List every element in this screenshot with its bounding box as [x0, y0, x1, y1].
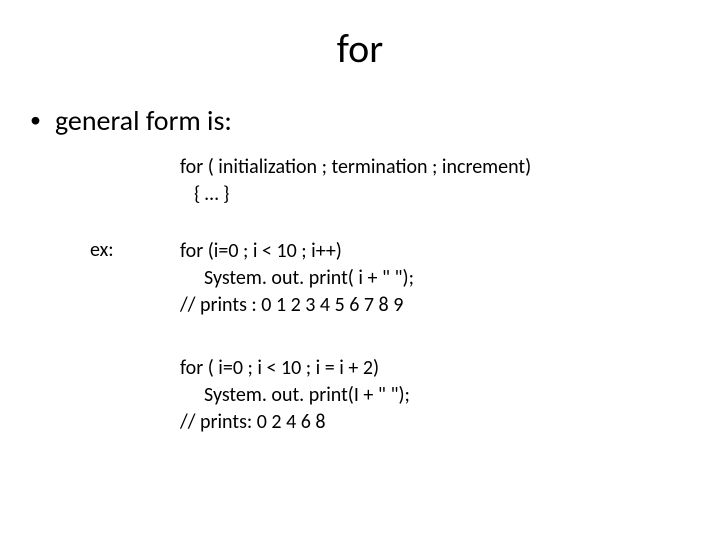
slide-content: • general form is: for ( initialization …	[0, 103, 720, 436]
code-line: // prints : 0 1 2 3 4 5 6 7 8 9	[180, 292, 414, 319]
example-code: for (i=0 ; i < 10 ; i++) System. out. pr…	[180, 238, 414, 319]
code-line: System. out. print(I + " ");	[180, 382, 410, 409]
code-line: for ( i=0 ; i < 10 ; i = i + 2)	[180, 355, 410, 382]
slide-title: for	[0, 0, 720, 103]
code-line: System. out. print( i + " ");	[180, 265, 414, 292]
syntax-line: for ( initialization ; termination ; inc…	[180, 154, 690, 181]
example-label: ex:	[30, 238, 180, 262]
bullet-item: • general form is:	[30, 103, 690, 138]
syntax-block: for ( initialization ; termination ; inc…	[30, 154, 690, 208]
example-row: for ( i=0 ; i < 10 ; i = i + 2) System. …	[30, 355, 690, 436]
example-row: ex: for (i=0 ; i < 10 ; i++) System. out…	[30, 238, 690, 319]
bullet-text: general form is:	[55, 103, 232, 138]
syntax-line: { … }	[180, 181, 690, 208]
code-line: for (i=0 ; i < 10 ; i++)	[180, 238, 414, 265]
code-line: // prints: 0 2 4 6 8	[180, 409, 410, 436]
example-code: for ( i=0 ; i < 10 ; i = i + 2) System. …	[180, 355, 410, 436]
bullet-icon: •	[30, 106, 41, 134]
